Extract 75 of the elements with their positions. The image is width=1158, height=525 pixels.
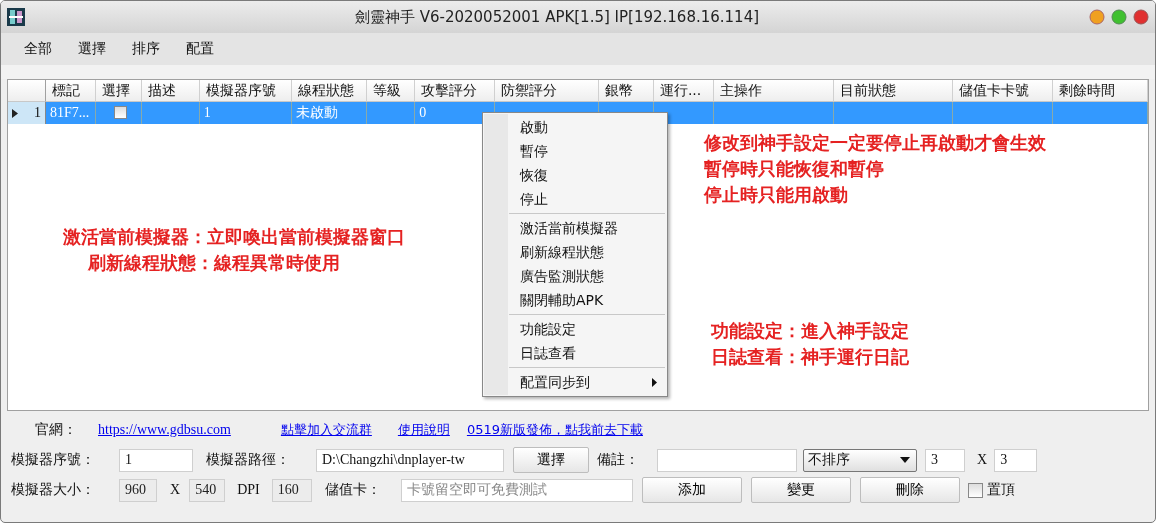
column-header[interactable]: 防禦評分: [495, 80, 599, 102]
field-label: DPI: [237, 482, 260, 498]
column-header[interactable]: 選擇: [95, 80, 142, 102]
context-menu-item[interactable]: 廣告監測狀態: [483, 264, 667, 288]
times-label: X: [977, 452, 988, 468]
column-header[interactable]: 剩餘時間: [1053, 80, 1148, 102]
link[interactable]: 使用說明: [397, 421, 450, 439]
menu-item[interactable]: 全部: [11, 40, 65, 58]
table-cell: 81F7...: [45, 102, 96, 124]
context-menu-item[interactable]: 暫停: [483, 139, 667, 163]
times-label: X: [170, 482, 181, 498]
annotation-text: 修改到神手設定一定要停止再啟動才會生效: [704, 131, 1046, 155]
field-label: 備註：: [597, 451, 640, 469]
table-cell: 0: [415, 102, 496, 124]
column-header[interactable]: 儲值卡卡號: [953, 80, 1054, 102]
app-icon: [7, 8, 25, 26]
menu-item[interactable]: 選擇: [65, 40, 119, 58]
input-field[interactable]: 3: [994, 448, 1038, 472]
column-header[interactable]: 等級: [367, 80, 416, 102]
annotation-text: 暫停時只能恢復和暫停: [704, 157, 884, 181]
column-header[interactable]: 攻擊評分: [415, 80, 496, 102]
context-menu-item[interactable]: 停止: [483, 187, 667, 211]
link[interactable]: 0519新版發佈，點我前去下載: [466, 421, 643, 439]
field-label: 模擬器序號：: [11, 451, 96, 469]
minimize-button[interactable]: [1089, 9, 1105, 25]
action-button[interactable]: 添加: [641, 477, 742, 503]
choose-button[interactable]: 選擇: [513, 447, 589, 473]
input-field[interactable]: 卡號留空即可免費測試: [400, 478, 633, 502]
column-header[interactable]: 線程狀態: [291, 80, 368, 102]
context-menu-item[interactable]: 關閉輔助APK: [483, 288, 667, 312]
context-menu-item[interactable]: 刷新線程狀態: [483, 240, 667, 264]
column-header[interactable]: 銀幣: [599, 80, 654, 102]
link[interactable]: 點擊加入交流群: [280, 421, 372, 439]
row-header[interactable]: 1: [8, 102, 46, 124]
table-cell: 未啟動: [291, 102, 368, 124]
field-label: 模擬器大小：: [11, 481, 96, 499]
context-menu-item[interactable]: 恢復: [483, 163, 667, 187]
annotation-text: 刷新線程狀態：線程異常時使用: [88, 251, 340, 275]
current-row-icon: [12, 108, 18, 118]
context-menu-item[interactable]: 功能設定: [483, 317, 667, 341]
column-header[interactable]: 運行...: [653, 80, 714, 102]
table-cell: 1: [199, 102, 292, 124]
action-button[interactable]: 變更: [750, 477, 851, 503]
sort-dropdown[interactable]: 不排序: [803, 448, 917, 472]
checkbox-label: 置頂: [986, 481, 1015, 499]
input-field[interactable]: [657, 448, 797, 472]
column-header[interactable]: 目前狀態: [833, 80, 954, 102]
annotation-text: 功能設定：進入神手設定: [711, 319, 909, 343]
column-header[interactable]: 標記: [45, 80, 96, 102]
annotation-text: 日誌查看：神手運行日記: [711, 345, 909, 369]
website-label: 官網：: [35, 421, 78, 439]
action-button[interactable]: 刪除: [859, 477, 960, 503]
input-field[interactable]: D:\Changzhi\dnplayer-tw: [316, 448, 504, 472]
checkbox[interactable]: [967, 482, 983, 498]
dropdown-arrow-icon: [900, 457, 910, 463]
annotation-text: 激活當前模擬器：立即喚出當前模擬器窗口: [63, 225, 405, 249]
field-label: 模擬器路徑：: [206, 451, 291, 469]
close-button[interactable]: [1133, 9, 1149, 25]
row-checkbox[interactable]: [113, 106, 127, 119]
window-title: 劍靈神手 V6-2020052001 APK[1.5] IP[192.168.16.114]: [353, 7, 761, 27]
input-field[interactable]: 1: [119, 448, 193, 472]
menu-item[interactable]: 配置: [173, 40, 227, 58]
link[interactable]: https://www.gdbsu.com: [98, 422, 231, 438]
submenu-arrow-icon: [652, 377, 657, 387]
annotation-text: 停止時只能用啟動: [704, 183, 848, 207]
field-label: 儲值卡：: [324, 481, 382, 499]
context-menu-item[interactable]: 配置同步到: [483, 370, 667, 394]
menu-item[interactable]: 排序: [119, 40, 173, 58]
column-header[interactable]: 描述: [141, 80, 200, 102]
context-menu-item[interactable]: 日誌查看: [483, 341, 667, 365]
input-field[interactable]: 3: [925, 448, 965, 472]
column-header[interactable]: 主操作: [713, 80, 834, 102]
maximize-button[interactable]: [1111, 9, 1127, 25]
column-header[interactable]: 模擬器序號: [199, 80, 292, 102]
context-menu-item[interactable]: 激活當前模擬器: [483, 216, 667, 240]
